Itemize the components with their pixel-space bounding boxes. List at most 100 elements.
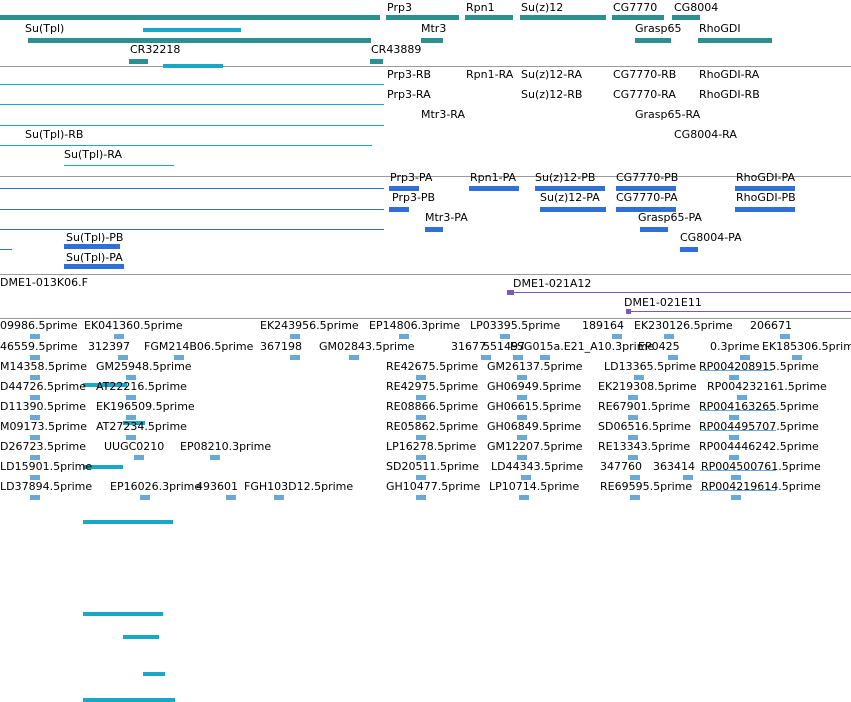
feature-label-su-tpl-ra[interactable]: Su(Tpl)-RA (64, 149, 122, 161)
cds-glyph[interactable] (64, 244, 120, 249)
feature-label-367198[interactable]: 367198 (260, 341, 302, 353)
est-glyph[interactable] (114, 334, 124, 339)
feature-label-rpn1[interactable]: Rpn1 (466, 2, 495, 14)
feature-label-cg7770-pb[interactable]: CG7770-PB (616, 172, 678, 184)
feature-label-ek041360-5prime[interactable]: EK041360.5prime (84, 320, 183, 332)
feature-label-rp004219614-5prime[interactable]: RP004219614.5prime (701, 481, 821, 493)
feature-label-su-z-12-pb[interactable]: Su(z)12-PB (535, 172, 595, 184)
feature-label-at22216-5prime[interactable]: AT22216.5prime (96, 381, 187, 393)
feature-label-grasp65-pa[interactable]: Grasp65-PA (638, 212, 702, 224)
feature-label-cg7770-ra[interactable]: CG7770-RA (613, 89, 676, 101)
feature-label-at27234-5prime[interactable]: AT27234.5prime (96, 421, 187, 433)
gene-glyph[interactable] (698, 38, 772, 43)
feature-label-rp004232161-5prime[interactable]: RP004232161.5prime (707, 381, 827, 393)
feature-label-prp3-pb[interactable]: Prp3-PB (392, 192, 435, 204)
feature-label-su-tpl[interactable]: Su(Tpl) (25, 23, 64, 35)
feature-label-lp03395-5prime[interactable]: LP03395.5prime (470, 320, 560, 332)
gene-glyph[interactable] (612, 15, 664, 20)
feature-label-gm26137-5prime[interactable]: GM26137.5prime (487, 361, 583, 373)
feature-label-sd06516-5prime[interactable]: SD06516.5prime (598, 421, 691, 433)
feature-label-ep0425[interactable]: EP0425 (638, 341, 680, 353)
feature-label-gh06949-5prime[interactable]: GH06949.5prime (487, 381, 581, 393)
feature-label-rp004208915-5prime[interactable]: RP004208915.5prime (699, 361, 819, 373)
gene-glyph[interactable] (0, 15, 380, 20)
feature-label-rhogdi[interactable]: RhoGDI (699, 23, 741, 35)
feature-label-312397[interactable]: 312397 (88, 341, 130, 353)
feature-label-rhogdi-rb[interactable]: RhoGDI-RB (699, 89, 760, 101)
feature-label-su-tpl-pb[interactable]: Su(Tpl)-PB (66, 232, 123, 244)
est-glyph[interactable] (399, 334, 409, 339)
est-glyph[interactable] (416, 495, 426, 500)
feature-label-fgm214b06-5prime[interactable]: FGM214B06.5prime (144, 341, 253, 353)
transcript-glyph[interactable] (103, 520, 143, 524)
feature-label-prp3-rb[interactable]: Prp3-RB (387, 69, 431, 81)
est-glyph[interactable] (500, 334, 510, 339)
feature-label-cg8004-pa[interactable]: CG8004-PA (680, 232, 742, 244)
feature-label-ek185306-5prime[interactable]: EK185306.5prime (762, 341, 851, 353)
feature-label-gm02843-5prime[interactable]: GM02843.5prime (319, 341, 415, 353)
feature-label-31677[interactable]: 31677 (451, 341, 486, 353)
feature-label-rp004446242-5prime[interactable]: RP004446242.5prime (699, 441, 819, 453)
feature-label-su-z-12-pa[interactable]: Su(z)12-PA (540, 192, 600, 204)
feature-label-cr43889[interactable]: CR43889 (371, 44, 421, 56)
feature-label-cg7770[interactable]: CG7770 (613, 2, 657, 14)
feature-label-su-tpl-rb[interactable]: Su(Tpl)-RB (25, 129, 83, 141)
feature-label-m14358-5prime[interactable]: M14358.5prime (0, 361, 87, 373)
feature-label-su-z-12-ra[interactable]: Su(z)12-RA (521, 69, 582, 81)
feature-label-d44726-5prime[interactable]: D44726.5prime (0, 381, 86, 393)
est-glyph[interactable] (349, 355, 359, 360)
feature-label-ld13365-5prime[interactable]: LD13365.5prime (604, 361, 696, 373)
feature-label-su-z-12[interactable]: Su(z)12 (521, 2, 563, 14)
gene-glyph[interactable] (520, 15, 606, 20)
est-glyph[interactable] (210, 455, 220, 460)
feature-label-ld15901-5prime[interactable]: LD15901.5prime (0, 461, 92, 473)
transcript-glyph[interactable] (103, 612, 163, 616)
feature-label-m09173-5prime[interactable]: M09173.5prime (0, 421, 87, 433)
est-glyph[interactable] (612, 334, 622, 339)
feature-label-ep08210-3prime[interactable]: EP08210.3prime (180, 441, 271, 453)
cds-glyph[interactable] (640, 227, 668, 232)
est-glyph[interactable] (290, 334, 300, 339)
feature-label-rp004163265-5prime[interactable]: RP004163265.5prime (699, 401, 819, 413)
cds-glyph[interactable] (64, 264, 124, 269)
feature-label-ek230126-5prime[interactable]: EK230126.5prime (634, 320, 733, 332)
est-glyph[interactable] (226, 495, 236, 500)
feature-label-206671[interactable]: 206671 (750, 320, 792, 332)
feature-label-uugc0210[interactable]: UUGC0210 (104, 441, 164, 453)
cds-glyph[interactable] (680, 247, 698, 252)
feature-label-lp10714-5prime[interactable]: LP10714.5prime (489, 481, 579, 493)
feature-label-su-tpl-pa[interactable]: Su(Tpl)-PA (66, 252, 123, 264)
est-glyph[interactable] (780, 334, 790, 339)
cds-glyph[interactable] (389, 207, 409, 212)
feature-label-mtr3-ra[interactable]: Mtr3-RA (421, 109, 465, 121)
feature-label-prp3-pa[interactable]: Prp3-PA (390, 172, 432, 184)
feature-label-ld37894-5prime[interactable]: LD37894.5prime (0, 481, 92, 493)
est-glyph[interactable] (519, 495, 529, 500)
feature-label-prp3-ra[interactable]: Prp3-RA (387, 89, 431, 101)
gene-glyph[interactable] (421, 38, 443, 43)
feature-label-0-3prime[interactable]: 0.3prime (710, 341, 760, 353)
est-glyph[interactable] (134, 455, 144, 460)
feature-label-rp004495707-5prime[interactable]: RP004495707.5prime (699, 421, 819, 433)
feature-label-ld44343-5prime[interactable]: LD44343.5prime (491, 461, 583, 473)
feature-label-189164[interactable]: 189164 (582, 320, 624, 332)
feature-label-re42975-5prime[interactable]: RE42975.5prime (386, 381, 478, 393)
feature-label-rhogdi-pb[interactable]: RhoGDI-PB (736, 192, 796, 204)
cds-glyph[interactable] (735, 207, 795, 212)
feature-label-dme1-021a12[interactable]: DME1-021A12 (513, 278, 591, 290)
feature-label-cg8004-ra[interactable]: CG8004-RA (674, 129, 737, 141)
feature-label-gm25948-5prime[interactable]: GM25948.5prime (96, 361, 192, 373)
feature-label-ek196509-5prime[interactable]: EK196509.5prime (96, 401, 195, 413)
feature-label-347760[interactable]: 347760 (600, 461, 642, 473)
feature-label-rpn1-pa[interactable]: Rpn1-PA (470, 172, 516, 184)
feature-label-gh10477-5prime[interactable]: GH10477.5prime (386, 481, 480, 493)
feature-label-mtr3[interactable]: Mtr3 (421, 23, 446, 35)
feature-label-dme1-021e11[interactable]: DME1-021E11 (624, 297, 702, 309)
feature-label-d26723-5prime[interactable]: D26723.5prime (0, 441, 86, 453)
feature-label-ep14806-3prime[interactable]: EP14806.3prime (369, 320, 460, 332)
feature-label-rpn1-ra[interactable]: Rpn1-RA (466, 69, 513, 81)
est-glyph[interactable] (274, 495, 284, 500)
feature-label-re13343-5prime[interactable]: RE13343.5prime (598, 441, 690, 453)
feature-label-d11390-5prime[interactable]: D11390.5prime (0, 401, 86, 413)
cds-glyph[interactable] (540, 207, 606, 212)
